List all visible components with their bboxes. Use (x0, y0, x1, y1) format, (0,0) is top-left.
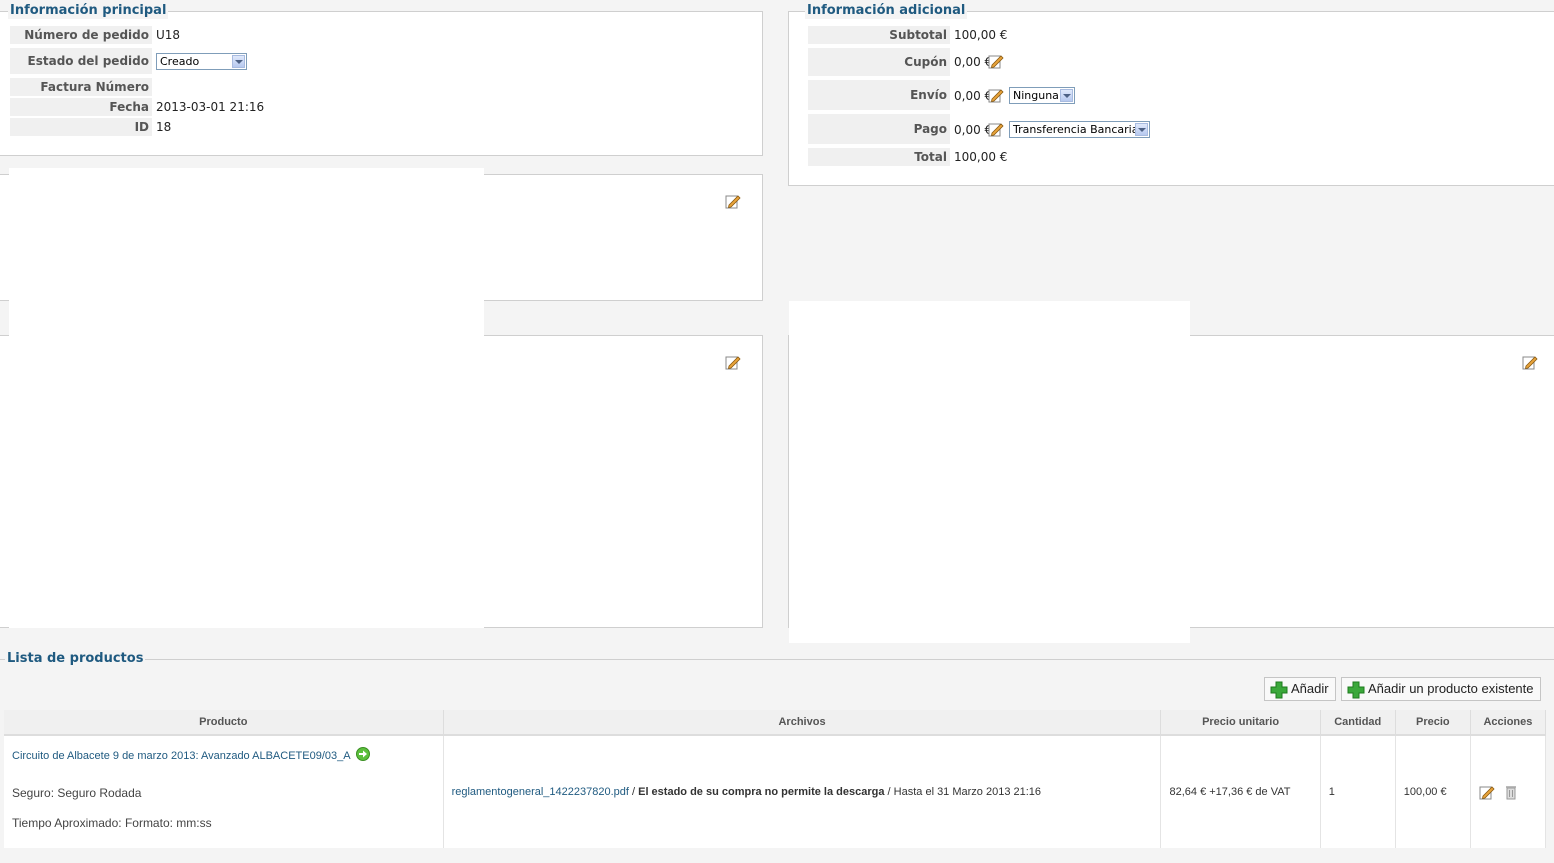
date-label: Fecha (10, 98, 152, 116)
order-status-selected: Creado (160, 55, 200, 68)
shipping-method-selected: Ninguna (1013, 89, 1059, 102)
file-expiry-text: Hasta el 31 Marzo 2013 21:16 (893, 786, 1042, 798)
additional-info-legend: Información adicional (805, 3, 968, 19)
column-header-files: Archivos (443, 710, 1162, 736)
edit-customer-icon[interactable] (1522, 354, 1538, 370)
shipping-value: 0,00 € (954, 89, 993, 103)
edit-coupon-icon[interactable] (988, 53, 1004, 69)
arrow-right-icon[interactable] (356, 747, 371, 761)
unit-price-cell: 82,64 € +17,36 € de VAT (1160, 735, 1321, 848)
payment-method-select[interactable]: Transferencia Bancaria (1009, 121, 1150, 138)
payment-value: 0,00 € (954, 123, 993, 137)
products-divider (0, 659, 1554, 660)
add-existing-product-button[interactable]: Añadir un producto existente (1341, 677, 1541, 701)
payment-label: Pago (808, 114, 950, 144)
trash-icon[interactable] (1504, 784, 1518, 800)
payment-method-selected: Transferencia Bancaria (1013, 123, 1139, 136)
file-status-text: El estado de su compra no permite la des… (638, 786, 885, 798)
products-header-row: Producto Archivos Precio unitario Cantid… (4, 710, 1547, 736)
column-header-price: Precio (1395, 710, 1471, 736)
product-cell: Circuito de Albacete 9 de marzo 2013: Av… (4, 735, 444, 848)
order-number-label: Número de pedido (10, 26, 152, 44)
order-number-value: U18 (156, 28, 181, 42)
main-info-panel: Información principal Número de pedido U… (0, 3, 763, 156)
column-header-product: Producto (4, 710, 444, 736)
price-cell: 100,00 € (1395, 735, 1471, 848)
table-row: Circuito de Albacete 9 de marzo 2013: Av… (4, 735, 1547, 848)
shipping-label: Envío (808, 80, 950, 110)
product-option-insurance: Seguro: Seguro Rodada (12, 786, 142, 800)
total-value: 100,00 € (954, 150, 1008, 164)
invoice-number-label: Factura Número (10, 78, 152, 96)
plus-icon (1347, 681, 1365, 699)
quantity-cell: 1 (1320, 735, 1396, 848)
products-legend: Lista de productos (5, 651, 146, 667)
products-table: Producto Archivos Precio unitario Cantid… (4, 710, 1547, 848)
file-separator: / (628, 786, 639, 798)
shipping-method-select[interactable]: Ninguna (1009, 87, 1075, 104)
coupon-label: Cupón (808, 48, 950, 76)
column-header-quantity: Cantidad (1320, 710, 1396, 736)
main-info-legend: Información principal (8, 3, 169, 19)
column-header-actions: Acciones (1470, 710, 1547, 736)
order-status-label: Estado del pedido (10, 48, 152, 74)
actions-cell (1470, 735, 1547, 848)
edit-shipping-icon[interactable] (988, 87, 1004, 103)
product-option-time: Tiempo Aproximado: Formato: mm:ss (12, 816, 212, 830)
file-separator: / (884, 786, 894, 798)
additional-info-panel: Información adicional Subtotal 100,00 € … (788, 3, 1554, 186)
column-header-unit-price: Precio unitario (1160, 710, 1321, 736)
id-value: 18 (156, 120, 172, 134)
file-download-link[interactable]: reglamentogeneral_1422237820.pdf (452, 786, 629, 798)
add-existing-product-label: Añadir un producto existente (1368, 681, 1534, 696)
edit-icon[interactable] (1479, 784, 1495, 800)
plus-icon (1270, 681, 1288, 699)
product-name-link[interactable]: Circuito de Albacete 9 de marzo 2013: Av… (12, 750, 350, 762)
subtotal-value: 100,00 € (954, 28, 1008, 42)
chevron-down-icon (232, 55, 245, 68)
edit-payment-icon[interactable] (988, 121, 1004, 137)
total-label: Total (808, 148, 950, 166)
add-product-label: Añadir (1291, 681, 1329, 696)
redacted-area-right (789, 301, 1190, 643)
edit-shipping-address-icon[interactable] (725, 354, 741, 370)
chevron-down-icon (1060, 89, 1073, 102)
order-status-select[interactable]: Creado (156, 53, 247, 70)
subtotal-label: Subtotal (808, 26, 950, 44)
add-product-button[interactable]: Añadir (1264, 677, 1336, 701)
redacted-area-left (9, 168, 484, 628)
id-label: ID (10, 118, 152, 136)
chevron-down-icon (1135, 123, 1148, 136)
edit-billing-icon[interactable] (725, 193, 741, 209)
date-value: 2013-03-01 21:16 (156, 100, 265, 114)
coupon-value: 0,00 € (954, 55, 993, 69)
files-cell: reglamentogeneral_1422237820.pdf / El es… (443, 735, 1162, 848)
